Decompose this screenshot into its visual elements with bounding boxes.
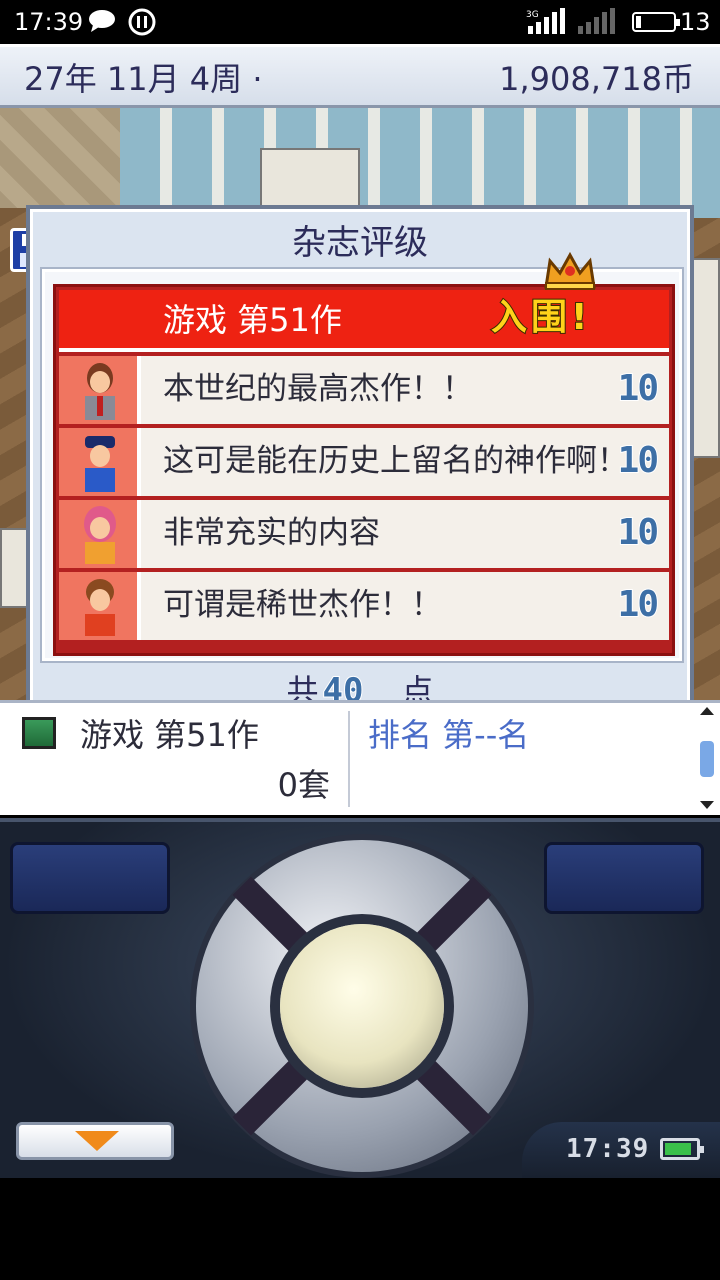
office-window-wall	[120, 108, 720, 218]
info-rank: 排名 第--名	[368, 716, 530, 754]
left-soft-key[interactable]	[10, 842, 170, 914]
reviewer-3-portrait-icon	[84, 506, 116, 564]
game-date: 27年 11月 4周 ·	[24, 60, 263, 98]
review-quote: 非常充实的内容	[163, 515, 380, 551]
review-score: 10	[617, 439, 660, 482]
device-clock: 17:39	[566, 1134, 650, 1164]
game-title-banner: 游戏 第51作 入围!	[59, 290, 669, 352]
crown-icon	[544, 251, 596, 290]
message-icon	[89, 10, 115, 32]
device-clock-strip: 17:39	[522, 1122, 720, 1178]
game-screen: 17:39 3G 13 27年 11月 4周 · 1,908,718币 杂志评级…	[0, 0, 720, 1280]
scroll-thumb[interactable]	[700, 741, 714, 777]
menu-button[interactable]	[16, 1122, 174, 1160]
review-score: 10	[617, 583, 660, 626]
review-score: 10	[617, 511, 660, 554]
reviewer-avatar	[59, 572, 141, 640]
info-scrollbar[interactable]	[698, 707, 716, 811]
rating-card: 游戏 第51作 入围! 本世纪的最高杰作！！ 10 这可是能在历史上留名的神作啊…	[53, 251, 675, 656]
review-row: 可谓是稀世杰作！！ 10	[59, 572, 669, 640]
reviewer-avatar	[59, 500, 141, 568]
review-row: 非常充实的内容 10	[59, 500, 669, 568]
review-score: 10	[617, 367, 660, 410]
battery-level: 13	[680, 8, 711, 36]
info-game-name: 游戏 第51作	[80, 716, 259, 754]
nomination-stamp: 入围!	[490, 296, 592, 339]
review-quote: 这可是能在历史上留名的神作啊！	[163, 443, 628, 479]
review-quote: 可谓是稀世杰作！！	[163, 587, 442, 623]
dpad[interactable]	[196, 840, 528, 1172]
dpad-center-button[interactable]	[280, 924, 444, 1088]
review-row: 这可是能在历史上留名的神作啊！ 10	[59, 428, 669, 496]
game-header: 27年 11月 4周 · 1,908,718币	[0, 44, 720, 108]
battery-icon	[632, 12, 680, 32]
scroll-up-icon[interactable]	[700, 707, 714, 715]
magazine-rating-dialog[interactable]: 杂志评级 游戏 第51作 入围! 本世纪的最高杰作！！ 10 这可是能在历史上留…	[26, 205, 694, 719]
game-info-bar: 游戏 第51作 0套 排名 第--名	[0, 700, 720, 815]
status-bar: 17:39 3G 13	[0, 0, 720, 44]
review-row: 本世纪的最高杰作！！ 10	[59, 356, 669, 424]
scroll-down-icon[interactable]	[700, 801, 714, 809]
signal-3g-icon: 3G	[526, 8, 565, 34]
status-time: 17:39	[14, 8, 84, 36]
money-display: 1,908,718币	[499, 60, 694, 98]
office-cabinet	[690, 258, 720, 458]
chevron-down-icon	[75, 1131, 119, 1151]
reviewer-2-portrait-icon	[85, 436, 115, 492]
app-notification-icon	[128, 8, 156, 36]
reviewer-avatar	[59, 356, 141, 424]
reviewed-game-title: 游戏 第51作	[163, 301, 342, 339]
battery-icon	[660, 1138, 704, 1160]
signal-no-service-icon	[578, 8, 615, 34]
network-type-label: 3G	[526, 10, 539, 20]
info-divider	[348, 711, 350, 807]
rating-panel: 游戏 第51作 入围! 本世纪的最高杰作！！ 10 这可是能在历史上留名的神作啊…	[42, 251, 682, 661]
reviewer-4-portrait-icon	[85, 579, 115, 636]
reviewer-1-portrait-icon	[85, 363, 115, 420]
info-sales: 0套	[277, 766, 330, 804]
reviewer-avatar	[59, 428, 141, 496]
game-cartridge-icon	[22, 717, 56, 749]
right-soft-key[interactable]	[544, 842, 704, 914]
virtual-controller: 17:39	[0, 818, 720, 1178]
review-quote: 本世纪的最高杰作！！	[163, 371, 473, 407]
